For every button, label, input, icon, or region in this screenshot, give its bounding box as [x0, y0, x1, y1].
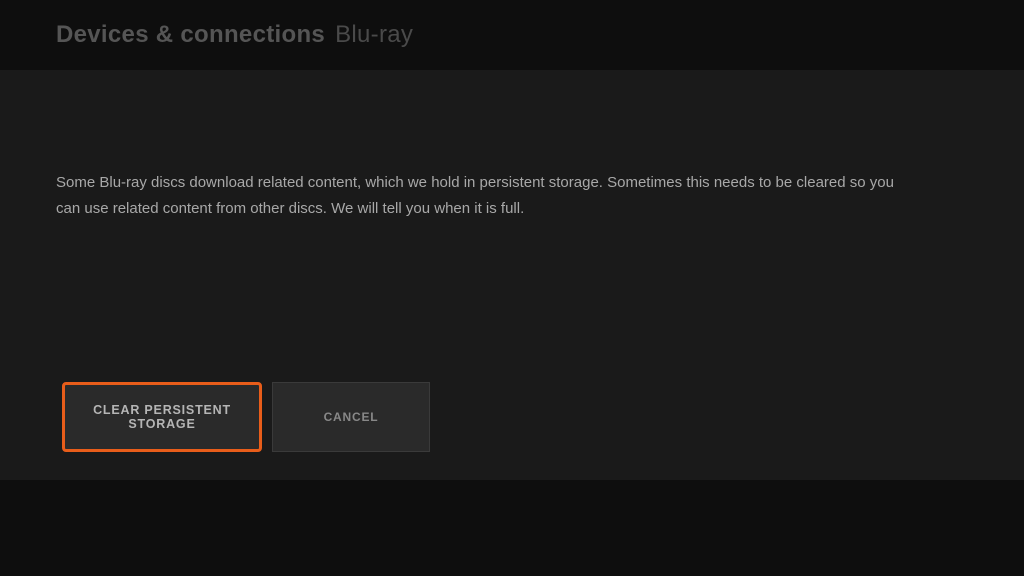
cancel-button[interactable]: CANCEL: [272, 382, 430, 452]
footer: [0, 480, 1024, 576]
content-area: Some Blu-ray discs download related cont…: [0, 70, 1024, 480]
header: Devices & connections Blu-ray: [0, 0, 1024, 70]
header-subtitle: Blu-ray: [335, 21, 413, 49]
clear-persistent-storage-button[interactable]: CLEAR PERSISTENT STORAGE: [62, 382, 262, 452]
description-text: Some Blu-ray discs download related cont…: [56, 70, 906, 223]
header-title: Devices & connections: [56, 21, 325, 49]
button-row: CLEAR PERSISTENT STORAGE CANCEL: [62, 382, 430, 452]
